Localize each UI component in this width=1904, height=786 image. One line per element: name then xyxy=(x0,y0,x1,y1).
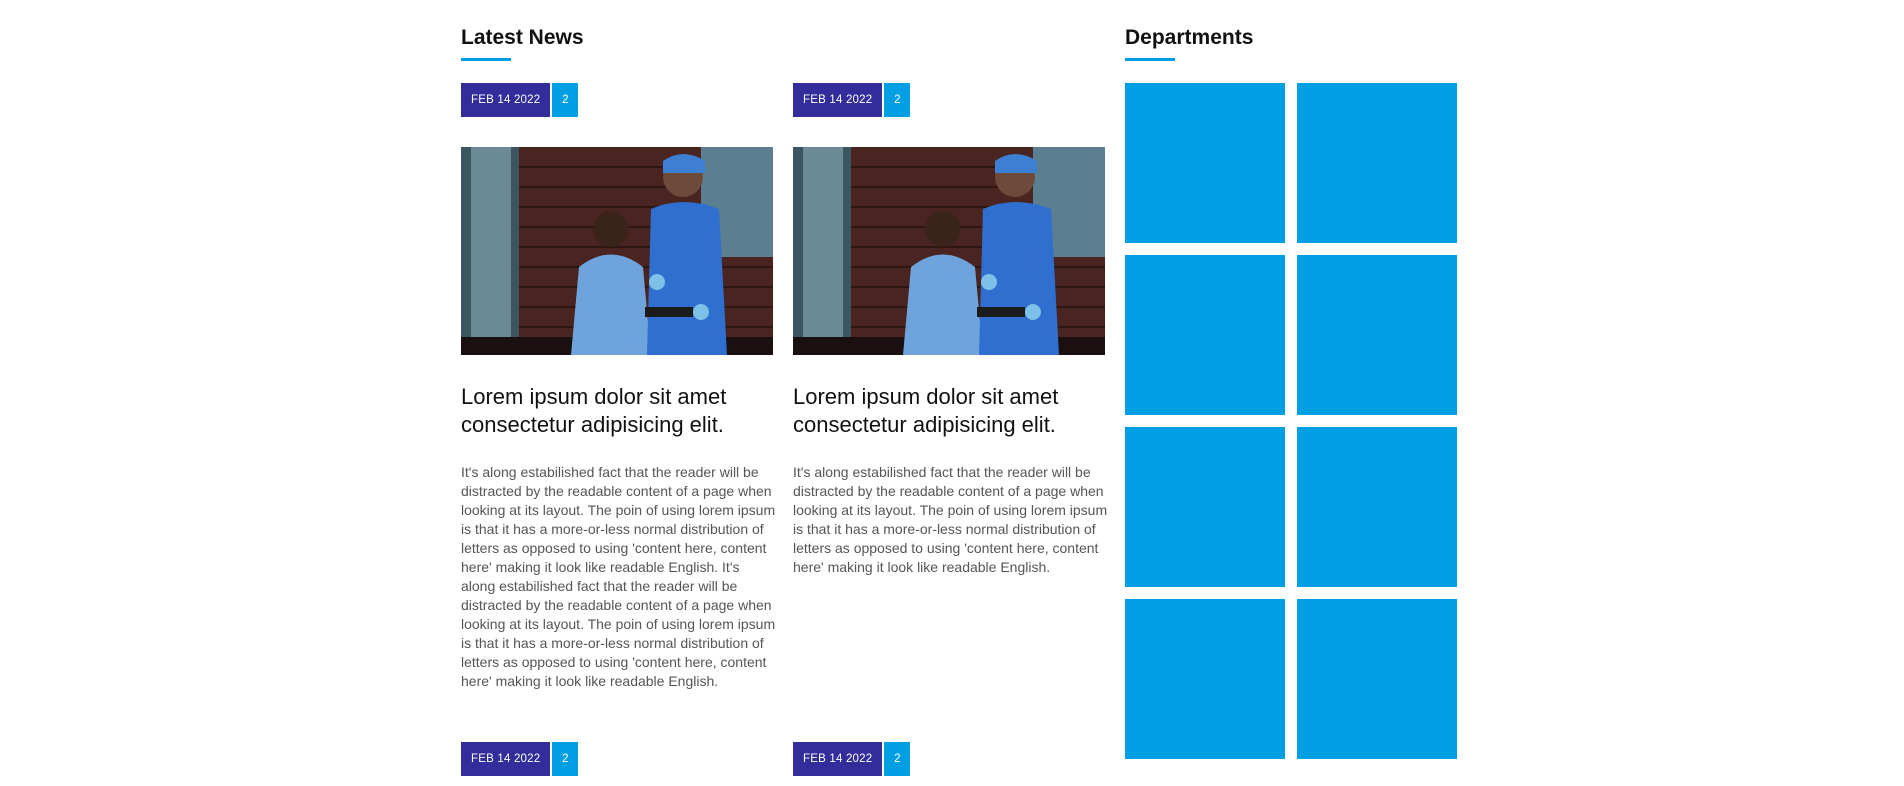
latest-news-heading: Latest News xyxy=(461,26,584,49)
department-tile[interactable] xyxy=(1297,427,1457,587)
department-tile[interactable] xyxy=(1297,599,1457,759)
comment-count-badge[interactable]: 2 xyxy=(552,83,579,117)
department-tile[interactable] xyxy=(1125,427,1285,587)
doctor-patient-photo xyxy=(461,147,773,355)
department-tile[interactable] xyxy=(1297,83,1457,243)
departments-heading: Departments xyxy=(1125,26,1254,49)
doctor-patient-photo xyxy=(793,147,1105,355)
comment-count-badge[interactable]: 2 xyxy=(552,742,579,776)
date-badge[interactable]: FEB 14 2022 xyxy=(461,83,551,117)
article-2-meta: FEB 14 2022 2 xyxy=(793,83,911,117)
date-badge[interactable]: FEB 14 2022 xyxy=(793,83,883,117)
department-tile[interactable] xyxy=(1125,255,1285,415)
date-badge[interactable]: FEB 14 2022 xyxy=(793,742,883,776)
department-tile[interactable] xyxy=(1125,599,1285,759)
article-1-footer-meta: FEB 14 2022 2 xyxy=(461,742,579,776)
article-2-footer-meta: FEB 14 2022 2 xyxy=(793,742,911,776)
comment-count-badge[interactable]: 2 xyxy=(884,742,911,776)
article-2-body: It's along estabilished fact that the re… xyxy=(793,464,1108,575)
article-1-image[interactable] xyxy=(461,147,773,355)
page: Latest News FEB 14 2022 2 Lorem ipsum do… xyxy=(0,0,1904,786)
departments-underline xyxy=(1125,58,1175,61)
department-tile[interactable] xyxy=(1125,83,1285,243)
article-1-meta: FEB 14 2022 2 xyxy=(461,83,579,117)
article-2-image[interactable] xyxy=(793,147,1105,355)
department-tile[interactable] xyxy=(1297,255,1457,415)
latest-news-underline xyxy=(461,58,511,61)
article-2-title[interactable]: Lorem ipsum dolor sit amet consectetur a… xyxy=(793,383,1105,439)
date-badge[interactable]: FEB 14 2022 xyxy=(461,742,551,776)
comment-count-badge[interactable]: 2 xyxy=(884,83,911,117)
article-1-body: It's along estabilished fact that the re… xyxy=(461,464,776,689)
article-1-title[interactable]: Lorem ipsum dolor sit amet consectetur a… xyxy=(461,383,773,439)
